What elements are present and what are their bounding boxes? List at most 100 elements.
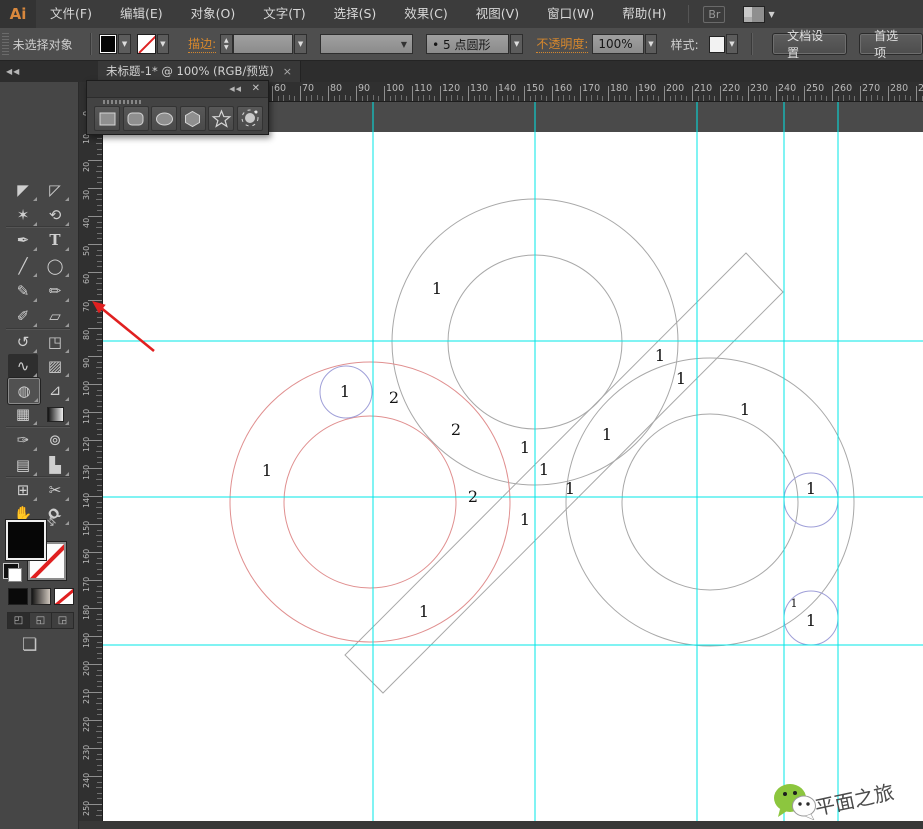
free-transform-tool[interactable]: ▨ [40, 354, 70, 378]
style-dropdown-button[interactable]: ▼ [725, 34, 739, 54]
gradient-tool[interactable] [40, 402, 70, 426]
bridge-button[interactable]: Br [703, 5, 726, 23]
region-count-label: 1 [806, 479, 816, 498]
width-tool[interactable]: ∿ [8, 354, 38, 378]
panel-grip[interactable] [103, 100, 143, 104]
rounded-rectangle-tool[interactable] [122, 106, 149, 131]
ruler-minor-tick [714, 96, 716, 101]
symbol-sprayer-tool[interactable]: ▤ [8, 453, 38, 477]
draw-normal-button[interactable]: ◰ [7, 612, 30, 629]
fill-dropdown-button[interactable]: ▼ [118, 34, 131, 54]
panel-close-icon[interactable]: ✕ [252, 83, 260, 94]
control-bar-grip[interactable] [2, 33, 9, 55]
rotate-tool[interactable]: ↺ [8, 330, 38, 354]
column-graph-tool[interactable]: ▙ [40, 453, 70, 477]
magic-wand-tool[interactable]: ✶ [8, 203, 38, 227]
artboard[interactable] [102, 133, 923, 821]
brush-definition-dropdown[interactable]: • 5 点圆形 [426, 34, 510, 54]
opacity-panel-link[interactable]: 不透明度: [536, 35, 589, 53]
menu-item-0[interactable]: 文件(F) [36, 0, 106, 28]
region-count-label: 1 [520, 510, 530, 529]
ruler-tick [888, 86, 889, 101]
ruler-label: 40 [82, 217, 91, 228]
fill-color-swatch[interactable] [98, 34, 118, 54]
mesh-tool[interactable]: ▦ [8, 402, 38, 426]
panel-collapse-button[interactable]: ◀◀ [229, 85, 242, 93]
workspace-layout-button[interactable]: ▼ [743, 5, 775, 23]
document-title: 未标题-1* @ 100% (RGB/预览) [106, 64, 274, 78]
polygon-tool[interactable] [179, 106, 206, 131]
slice-tool[interactable]: ✂ [40, 478, 70, 502]
preferences-button[interactable]: 首选项 [859, 29, 923, 60]
document-tab[interactable]: 未标题-1* @ 100% (RGB/预览) × [98, 60, 301, 82]
menu-item-8[interactable]: 帮助(H) [608, 0, 680, 28]
ruler-label: 140 [498, 83, 517, 94]
menu-item-7[interactable]: 窗口(W) [533, 0, 608, 28]
ellipse-tool[interactable]: ◯ [40, 254, 70, 278]
ellipse-tool[interactable] [151, 106, 177, 131]
stroke-color-swatch[interactable] [136, 34, 156, 54]
direct-selection-tool[interactable]: ◸ [40, 178, 70, 202]
screen-mode-button[interactable]: ❏ [22, 635, 37, 655]
variable-width-dropdown[interactable]: ▼ [320, 34, 413, 54]
pen-tool[interactable]: ✒ [8, 228, 38, 252]
flare-tool[interactable] [236, 106, 263, 131]
ruler-tick [692, 86, 693, 101]
blend-tool[interactable]: ⊚ [40, 428, 70, 452]
none-mode-button[interactable] [54, 588, 74, 605]
artboard-tool[interactable]: ⊞ [8, 478, 38, 502]
ruler-label: 80 [330, 83, 343, 94]
gradient-mode-button[interactable] [31, 588, 51, 605]
stroke-weight-input[interactable] [232, 34, 294, 54]
menu-item-5[interactable]: 效果(C) [390, 0, 461, 28]
tab-close-icon[interactable]: × [283, 65, 292, 78]
opacity-input[interactable]: 100% [592, 34, 644, 54]
ruler-minor-tick [921, 96, 923, 101]
pencil-tool-icon: ✏ [48, 282, 62, 300]
artwork[interactable]: 11111 22 111112111 11 [102, 101, 923, 821]
ruler-minor-tick [535, 95, 537, 101]
stroke-panel-link[interactable]: 描边: [188, 35, 217, 53]
blob-brush-tool[interactable]: ✐ [8, 304, 38, 328]
eraser-tool[interactable]: ▱ [40, 304, 70, 328]
shape-builder-tool[interactable]: ◍ [8, 378, 40, 404]
rectangle-tool[interactable] [94, 106, 120, 131]
ruler-minor-tick [658, 96, 660, 101]
default-fill-stroke-icon[interactable] [3, 563, 22, 582]
star-tool[interactable] [208, 106, 234, 131]
brush-dropdown-button[interactable]: ▼ [510, 34, 523, 54]
eyedropper-tool[interactable]: ✑ [8, 428, 38, 452]
selection-tool[interactable]: ◤ [8, 178, 38, 202]
ruler-tick [468, 86, 469, 101]
fill-color-indicator[interactable] [5, 519, 47, 561]
style-swatch[interactable] [708, 35, 725, 53]
menu-item-3[interactable]: 文字(T) [249, 0, 319, 28]
draw-behind-button[interactable]: ◱ [29, 612, 52, 629]
ruler-tick [412, 86, 413, 101]
scale-tool[interactable]: ◳ [40, 330, 70, 354]
menu-item-4[interactable]: 选择(S) [320, 0, 391, 28]
type-tool[interactable]: T [40, 228, 70, 252]
line-segment-tool[interactable]: ╱ [8, 254, 38, 278]
opacity-dropdown-button[interactable]: ▼ [644, 34, 658, 54]
stroke-weight-dropdown[interactable]: ▼ [294, 34, 307, 54]
lasso-tool[interactable]: ⟲ [40, 203, 70, 227]
draw-inside-button[interactable]: ◲ [51, 612, 74, 629]
ruler-minor-tick [641, 96, 643, 101]
menu-item-6[interactable]: 视图(V) [462, 0, 533, 28]
tools-collapse-button[interactable]: ◀◀ [6, 67, 92, 76]
ruler-minor-tick [837, 96, 839, 101]
menu-item-1[interactable]: 编辑(E) [106, 0, 177, 28]
ruler-minor-tick [675, 95, 677, 101]
paintbrush-tool[interactable]: ✎ [8, 279, 38, 303]
stroke-weight-stepper[interactable]: ▲ ▼ [220, 34, 233, 54]
ruler-tick [88, 496, 102, 497]
stroke-dropdown-button[interactable]: ▼ [156, 34, 169, 54]
document-setup-button[interactable]: 文档设置 [772, 29, 848, 60]
color-mode-button[interactable] [8, 588, 28, 605]
ruler-tick [88, 692, 102, 693]
pencil-tool[interactable]: ✏ [40, 279, 70, 303]
menu-item-2[interactable]: 对象(O) [177, 0, 250, 28]
perspective-grid-tool[interactable]: ⊿ [40, 378, 70, 402]
ruler-label: 200 [82, 660, 91, 676]
